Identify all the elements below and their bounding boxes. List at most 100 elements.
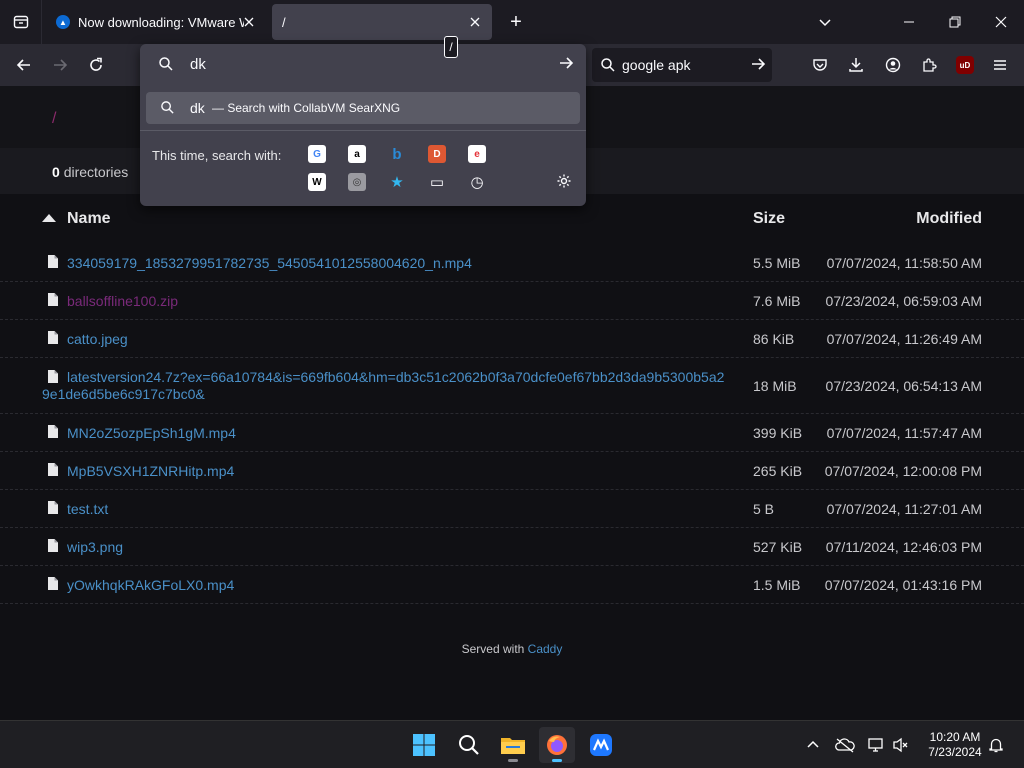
file-explorer-button[interactable] (495, 727, 531, 763)
duckduckgo-engine[interactable]: D (428, 145, 446, 163)
notifications-button[interactable] (986, 735, 1006, 755)
file-modified: 07/23/2024, 06:54:13 AM (825, 378, 982, 394)
hamburger-menu-icon (994, 60, 1006, 70)
file-link[interactable]: catto.jpeg (67, 331, 128, 347)
directory-count-label: directories (63, 164, 129, 180)
firefox-view-icon (13, 15, 28, 29)
restore-button[interactable] (932, 0, 978, 44)
go-arrow-icon[interactable] (750, 56, 766, 72)
sort-ascending-icon[interactable] (42, 214, 56, 222)
quick-find-hint: / (444, 36, 458, 58)
search-icon (159, 57, 173, 71)
tab-current[interactable]: / (272, 4, 492, 40)
minimize-button[interactable] (886, 0, 932, 44)
directory-count-number: 0 (52, 164, 60, 180)
file-link[interactable]: yOwkhqkRAkGFoLX0.mp4 (67, 577, 234, 593)
search-bar[interactable]: google apk (592, 48, 772, 82)
ublock-icon: uD (956, 56, 974, 74)
firefox-view-button[interactable] (0, 0, 42, 44)
file-size: 7.6 MiB (753, 293, 801, 309)
ublock-origin-button[interactable]: uD (950, 50, 980, 80)
close-tab-icon[interactable] (466, 13, 484, 31)
forward-arrow-icon (54, 59, 68, 71)
tab-title: / (282, 14, 286, 30)
tab-vmware-download[interactable]: ▲ Now downloading: VMware Wo (48, 4, 266, 40)
gear-icon[interactable] (556, 173, 572, 189)
reload-icon (90, 57, 102, 71)
column-header-name[interactable]: Name (67, 210, 111, 228)
column-header-modified[interactable]: Modified (916, 210, 982, 228)
wikipedia-engine[interactable]: W (308, 173, 326, 191)
chevron-up-icon (807, 740, 819, 748)
active-indicator (552, 759, 562, 762)
app-m-button[interactable] (583, 727, 619, 763)
new-tab-button[interactable]: + (502, 8, 530, 36)
file-link[interactable]: latestversion24.7z?ex=66a10784&is=669fb6… (42, 369, 732, 403)
tabs-icon[interactable]: ▭ (428, 173, 446, 191)
search-suggestion[interactable]: dk — Search with CollabVM SearXNG (146, 92, 580, 124)
go-arrow-icon[interactable] (558, 55, 574, 71)
vmware-favicon-icon: ▲ (56, 15, 70, 29)
close-window-button[interactable] (978, 0, 1024, 44)
ebay-engine[interactable]: e (468, 145, 486, 163)
file-icon (48, 331, 58, 344)
file-link[interactable]: 334059179_1853279951782735_5450541012558… (67, 255, 472, 271)
history-icon[interactable]: ◷ (468, 173, 486, 191)
bing-engine[interactable]: b (388, 145, 406, 163)
caddy-link[interactable]: Caddy (528, 642, 563, 656)
downloads-button[interactable] (841, 50, 871, 80)
network-icon (868, 738, 883, 752)
menu-button[interactable] (985, 50, 1015, 80)
file-modified: 07/07/2024, 11:58:50 AM (826, 255, 982, 271)
pocket-button[interactable] (805, 50, 835, 80)
search-bar-text: google apk (622, 57, 691, 73)
file-link[interactable]: MN2oZ5ozpEpSh1gM.mp4 (67, 425, 236, 441)
onedrive-tray-icon[interactable] (835, 735, 855, 755)
chevron-down-icon (819, 19, 831, 27)
volume-tray-icon[interactable] (891, 735, 911, 755)
table-row: wip3.png 527 KiB 07/11/2024, 12:46:03 PM (0, 528, 1024, 566)
list-all-tabs-button[interactable] (802, 0, 848, 44)
file-size: 265 KiB (753, 463, 803, 479)
file-icon (48, 539, 58, 552)
firefox-button[interactable] (539, 727, 575, 763)
back-button[interactable] (9, 50, 39, 80)
column-header-size[interactable]: Size (753, 210, 785, 228)
forward-button[interactable] (45, 50, 75, 80)
searxng-engine[interactable]: ◎ (348, 173, 366, 191)
file-link[interactable]: test.txt (67, 501, 108, 517)
file-link[interactable]: wip3.png (67, 539, 123, 555)
search-button[interactable] (451, 727, 487, 763)
file-icon (48, 255, 58, 268)
close-icon (995, 16, 1007, 28)
amazon-engine[interactable]: a (348, 145, 366, 163)
extensions-button[interactable] (914, 50, 944, 80)
file-size: 86 KiB (753, 331, 795, 347)
file-modified: 07/07/2024, 01:43:16 PM (824, 577, 982, 593)
table-row: MN2oZ5ozpEpSh1gM.mp4 399 KiB 07/07/2024, 1… (0, 414, 1024, 452)
reload-button[interactable] (81, 50, 111, 80)
file-icon (48, 463, 58, 476)
file-modified: 07/07/2024, 11:27:01 AM (826, 501, 982, 517)
directory-count: 0 directories (52, 164, 128, 180)
google-engine[interactable]: G (308, 145, 326, 163)
start-button[interactable] (406, 727, 442, 763)
close-tab-icon[interactable] (240, 13, 258, 31)
file-link[interactable]: ballsoffline100.zip (67, 293, 178, 309)
download-icon (849, 58, 863, 72)
network-tray-icon[interactable] (867, 735, 887, 755)
footer: Served with Caddy (0, 642, 1024, 656)
bookmarks-star-icon[interactable]: ★ (388, 173, 406, 191)
file-size: 527 KiB (753, 539, 803, 555)
file-link[interactable]: MpB5VSXH1ZNRHitp.mp4 (67, 463, 234, 479)
puzzle-icon (923, 58, 937, 72)
breadcrumb-path[interactable]: / (52, 110, 56, 128)
address-bar[interactable]: dk / (140, 36, 586, 86)
account-button[interactable] (878, 50, 908, 80)
minimize-icon (904, 21, 914, 23)
system-clock[interactable]: 10:20 AM 7/23/2024 (916, 730, 994, 760)
show-hidden-icons-button[interactable] (803, 735, 823, 755)
running-indicator (508, 759, 518, 762)
address-bar-input[interactable]: dk (190, 56, 206, 73)
bell-icon (989, 738, 1003, 753)
